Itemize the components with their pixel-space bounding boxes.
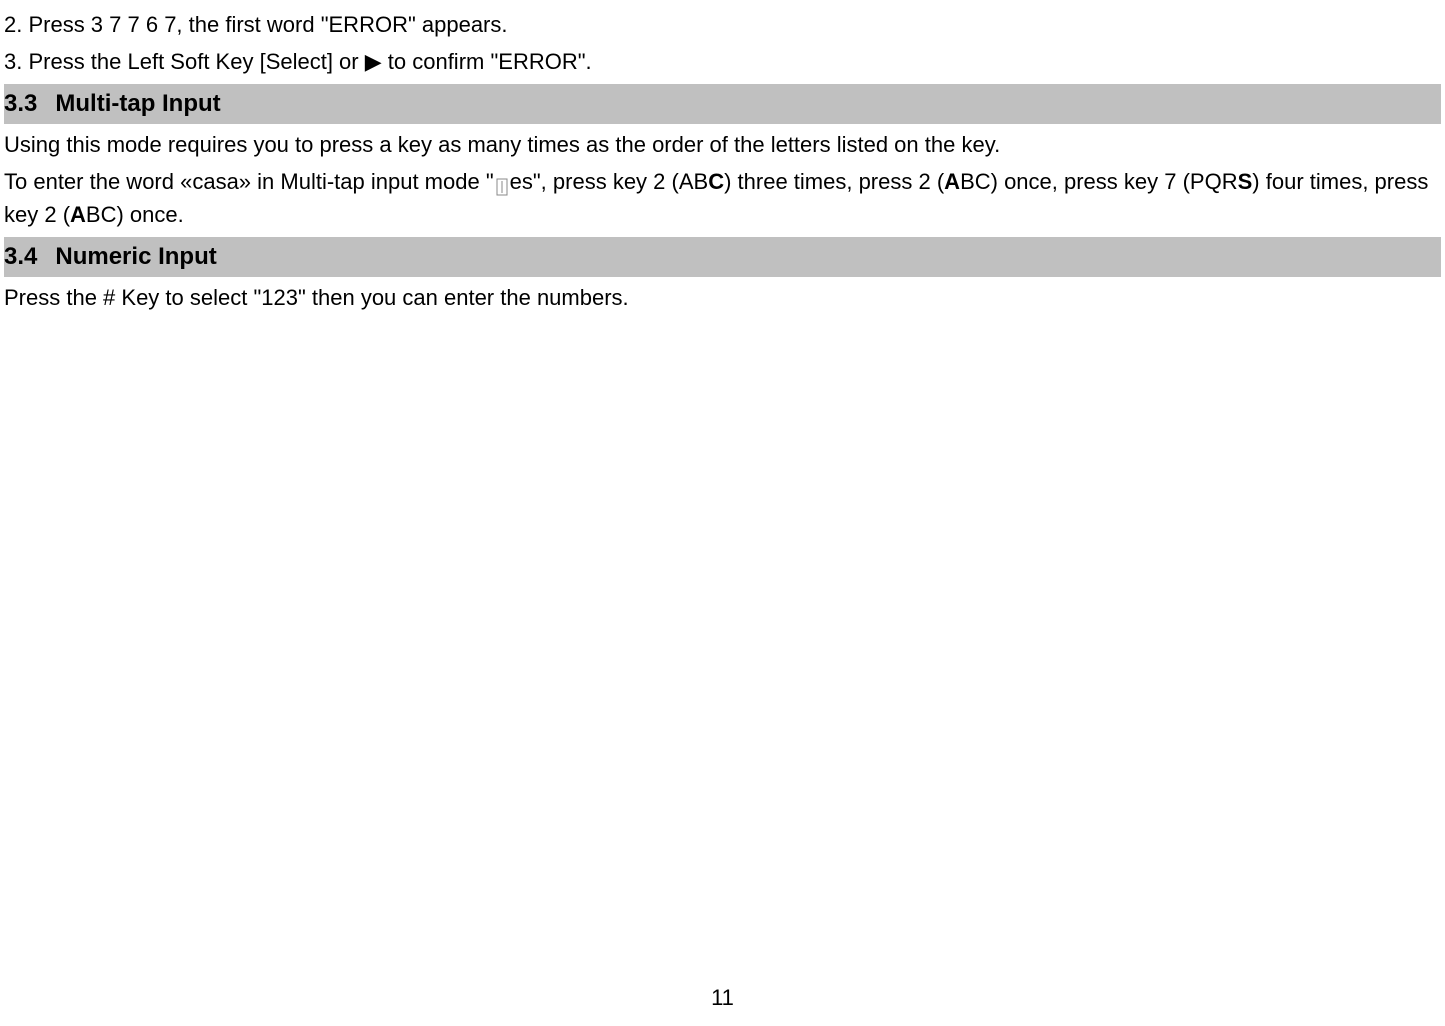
section-3-3-paragraph-2: To enter the word «casa» in Multi-tap in… xyxy=(4,165,1441,231)
section-3-4-title: Numeric Input xyxy=(55,243,216,270)
para2-bold3: S xyxy=(1238,169,1253,194)
section-3-4-number: 3.4 xyxy=(4,239,37,275)
section-3-3-number: 3.3 xyxy=(4,86,37,122)
section-3-3-paragraph-1: Using this mode requires you to press a … xyxy=(4,128,1441,161)
para2-bold1: C xyxy=(708,169,724,194)
step-2-text: 2. Press 3 7 7 6 7, the first word "ERRO… xyxy=(4,8,1441,41)
para2-part3: ) three times, press 2 ( xyxy=(724,169,944,194)
step-3-text: 3. Press the Left Soft Key [Select] or ▶… xyxy=(4,45,1441,78)
section-3-3-title: Multi-tap Input xyxy=(55,90,220,117)
para2-part4: BC) once, press key 7 (PQR xyxy=(960,169,1238,194)
para2-bold2: A xyxy=(944,169,960,194)
page-number: 11 xyxy=(0,981,1445,1014)
para2-part2: es", press key 2 (AB xyxy=(510,169,709,194)
para2-part1: To enter the word «casa» in Multi-tap in… xyxy=(4,169,494,194)
section-3-4-header: 3.4 Numeric Input xyxy=(4,237,1441,277)
section-3-3-header: 3.3 Multi-tap Input xyxy=(4,84,1441,124)
para2-part6: BC) once. xyxy=(86,202,184,227)
para2-bold4: A xyxy=(70,202,86,227)
section-3-4-paragraph-1: Press the # Key to select "123" then you… xyxy=(4,281,1441,314)
input-mode-icon xyxy=(495,173,509,193)
